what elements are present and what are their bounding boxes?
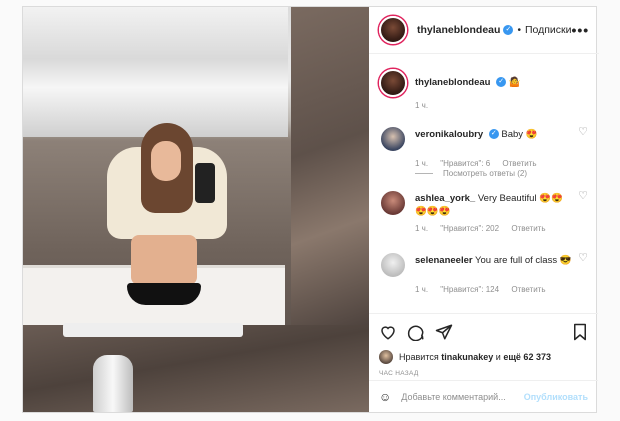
like-comment-heart-icon[interactable]: ♡ [578,189,588,202]
liker-avatar[interactable] [379,350,393,364]
publish-button[interactable]: Опубликовать [524,392,588,402]
caption: thylaneblondeau ✓ 🤷 1 ч. [379,69,588,110]
photo-faucet [93,355,133,412]
comment-likes[interactable]: "Нравится": 124 [440,285,499,294]
likes-summary: Нравится tinakunakey и ещё 62 373 [379,350,588,364]
comment-time: 1 ч. [415,224,429,233]
comment-likes[interactable]: "Нравится": 202 [440,224,499,233]
liker-username[interactable]: tinakunakey [441,352,493,362]
post-sidebar: thylaneblondeau ✓ • Подписки ••• thylane… [369,7,600,412]
author-avatar[interactable] [379,16,407,44]
likes-middle: и [495,352,501,362]
caption-text: 🤷 [508,77,521,88]
verified-icon: ✓ [503,25,514,35]
comment-item: selenaneeler You are full of class 😎 ♡ 1… [379,251,588,294]
instagram-post-card: thylaneblondeau ✓ • Подписки ••• thylane… [22,6,600,413]
post-time: ЧАС НАЗАД [379,370,419,377]
post-actions: Нравится tinakunakey и ещё 62 373 ЧАС НА… [369,313,598,377]
comment-input[interactable]: Добавьте комментарий... [401,392,523,402]
commenter-avatar[interactable] [379,125,407,153]
comment-time: 1 ч. [415,285,429,294]
post-header: thylaneblondeau ✓ • Подписки ••• [369,7,600,54]
like-heart-icon[interactable] [379,323,397,341]
reply-button[interactable]: Ответить [511,224,545,233]
photo-marble-counter [23,325,369,412]
post-photo[interactable] [23,7,369,412]
share-icon[interactable] [435,323,453,341]
reply-button[interactable]: Ответить [511,285,545,294]
comment-likes[interactable]: "Нравится": 6 [440,159,490,168]
verified-icon: ✓ [496,77,507,88]
comments-list: thylaneblondeau ✓ 🤷 1 ч. veronikaloubry … [369,55,598,313]
comment-time: 1 ч. [415,159,429,168]
view-replies-button[interactable]: Посмотреть ответы (2) [415,169,527,178]
commenter-username[interactable]: selenaneeler [415,255,473,266]
comment-icon[interactable] [407,323,425,341]
bookmark-icon[interactable] [572,323,588,341]
comment-text: Baby 😍 [501,129,538,140]
reply-button[interactable]: Ответить [502,159,536,168]
comment-item: ashlea_york_ Very Beautiful 😍😍 😍😍😍 ♡ 1 ч… [379,189,588,233]
separator-dot: • [517,24,521,36]
commenter-avatar[interactable] [379,189,407,217]
following-button[interactable]: Подписки [525,24,572,36]
likes-count[interactable]: ещё 62 373 [503,352,551,362]
caption-avatar[interactable] [379,69,407,97]
like-comment-heart-icon[interactable]: ♡ [578,251,588,264]
photo-person [93,117,233,327]
comment-text: You are full of class 😎 [475,255,572,266]
more-options-icon[interactable]: ••• [572,22,590,38]
commenter-avatar[interactable] [379,251,407,279]
commenter-username[interactable]: ashlea_york_ [415,193,475,204]
verified-icon: ✓ [488,129,499,140]
caption-time: 1 ч. [415,101,429,110]
emoji-icon[interactable]: ☺ [379,390,391,404]
likes-prefix: Нравится [399,352,439,362]
commenter-username[interactable]: veronikaloubry [415,129,483,140]
like-comment-heart-icon[interactable]: ♡ [578,125,588,138]
caption-username[interactable]: thylaneblondeau [415,77,490,88]
author-username[interactable]: thylaneblondeau [417,24,500,36]
add-comment-bar: ☺ Добавьте комментарий... Опубликовать [369,380,598,412]
view-replies-label: Посмотреть ответы (2) [443,169,528,178]
comment-item: veronikaloubry ✓ Baby 😍 ♡ 1 ч. "Нравится… [379,125,588,168]
